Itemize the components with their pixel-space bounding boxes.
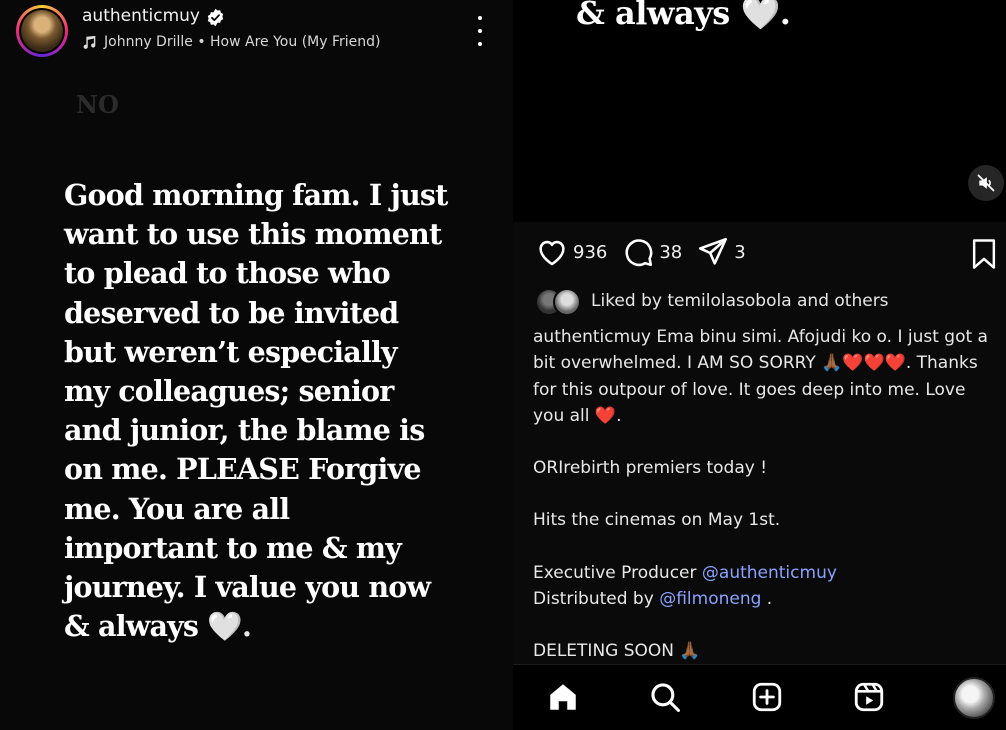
caption-username[interactable]: authenticmuy [533, 327, 651, 347]
avatar-image [21, 10, 63, 52]
caption-period: . [616, 405, 622, 426]
mute-icon [977, 174, 995, 192]
caption-cinemas: Hits the cinemas on May 1st. [533, 510, 781, 531]
liked-avatar [553, 288, 581, 316]
story-avatar[interactable] [16, 5, 68, 57]
deleting-text: DELETING SOON [533, 641, 680, 662]
post-caption: authenticmuy Ema binu simi. Afojudi ko o… [533, 324, 998, 665]
story-faint-text: NO [76, 90, 119, 119]
dist-end: . [761, 589, 773, 610]
liked-by-row[interactable]: Liked by temilolasobola and others [535, 288, 889, 316]
more-icon[interactable] [474, 16, 486, 46]
emoji-group: 🙏🏾❤️❤️❤️ [821, 353, 906, 374]
caption-exec-producer: Executive Producer @authenticmuy [533, 560, 998, 586]
story-message-text: Good morning fam. I just want to use thi… [64, 178, 448, 644]
music-note-icon [83, 35, 96, 49]
mention-filmoneng[interactable]: @filmoneng [659, 589, 761, 609]
nav-reels[interactable] [851, 679, 887, 715]
like-button[interactable]: 936 [535, 235, 607, 269]
liked-by-avatars [535, 288, 581, 316]
mention-authenticmuy[interactable]: @authenticmuy [702, 563, 837, 583]
comment-button[interactable]: 38 [621, 235, 682, 269]
shares-count: 3 [734, 241, 746, 263]
pray-emoji: 🙏🏾 [679, 641, 701, 662]
nav-search[interactable] [647, 679, 683, 715]
nav-home[interactable] [545, 679, 581, 715]
liked-by-text: Liked by temilolasobola and others [591, 291, 889, 311]
share-button[interactable]: 3 [696, 235, 746, 269]
likes-count: 936 [573, 241, 608, 263]
home-icon [550, 684, 576, 710]
bottom-nav [513, 664, 1006, 730]
story-panel: authenticmuy Johnny Drille • How Are You… [0, 0, 513, 730]
caption-main: authenticmuy Ema binu simi. Afojudi ko o… [533, 324, 998, 429]
bookmark-icon[interactable] [969, 238, 999, 270]
comment-icon [625, 239, 653, 267]
red-heart-emoji: ❤️ [594, 405, 617, 426]
white-heart-emoji: 🤍. [198, 609, 252, 644]
share-icon [699, 237, 728, 265]
comments-count: 38 [659, 241, 683, 263]
mute-button[interactable] [968, 165, 1004, 201]
reels-icon [854, 682, 884, 712]
caption-deleting: DELETING SOON 🙏🏾 [533, 638, 998, 664]
music-track-label: Johnny Drille • How Are You (My Friend) [104, 34, 381, 50]
create-icon [752, 682, 782, 712]
post-panel: & always 🤍. 936 38 3 Liked by temilolaso… [513, 0, 1006, 730]
nav-create[interactable] [749, 679, 785, 715]
verified-badge-icon [207, 8, 224, 27]
post-media-text: & always 🤍. [576, 0, 791, 32]
story-message: Good morning fam. I just want to use thi… [64, 176, 494, 646]
heart-icon [539, 240, 565, 266]
exec-label: Executive Producer [533, 562, 702, 583]
search-icon [651, 683, 681, 713]
dist-label: Distributed by [533, 589, 660, 610]
caption-premiere: ORIrebirth premiers today ! [533, 458, 768, 479]
post-actions: 936 38 3 [535, 234, 746, 270]
story-music[interactable]: Johnny Drille • How Are You (My Friend) [82, 34, 380, 50]
nav-profile-avatar[interactable] [953, 677, 995, 719]
caption-distributed: Distributed by @filmoneng . [533, 586, 998, 612]
story-username[interactable]: authenticmuy [82, 6, 200, 26]
